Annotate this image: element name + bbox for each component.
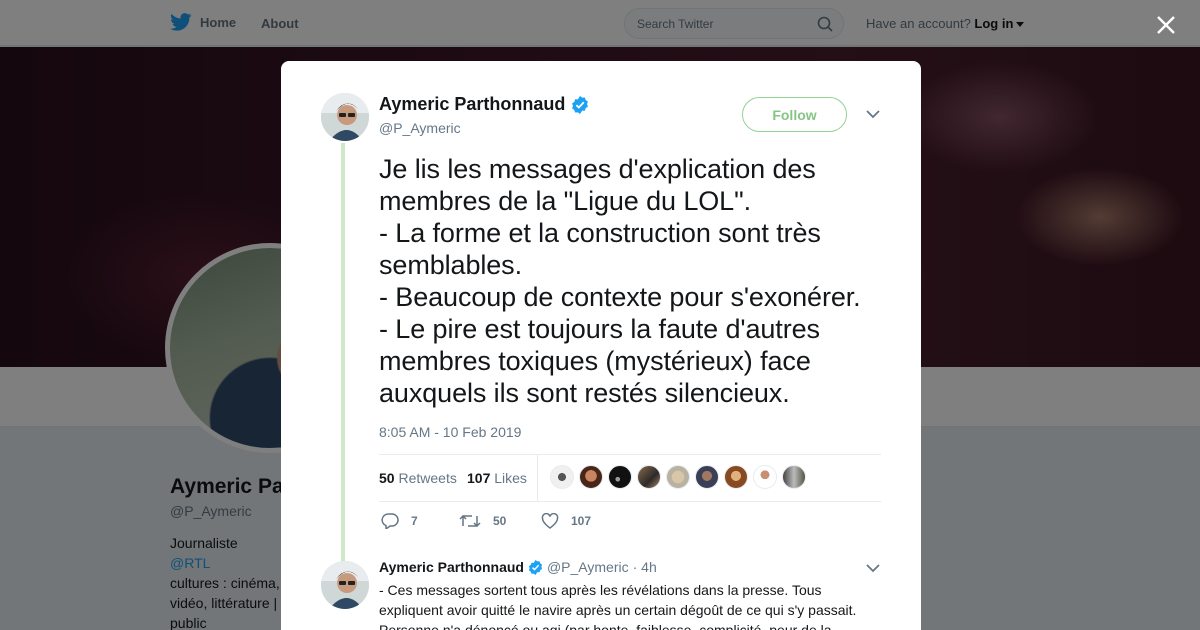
retweets-stat[interactable]: 50 Retweets xyxy=(379,470,457,486)
verified-badge-icon xyxy=(528,559,543,575)
reply-count: 7 xyxy=(411,514,418,528)
stats-divider xyxy=(537,455,538,502)
chevron-down-icon[interactable] xyxy=(866,563,880,573)
liker-avatar[interactable] xyxy=(695,465,719,489)
liker-avatar[interactable] xyxy=(782,465,806,489)
liker-avatar[interactable] xyxy=(550,465,574,489)
reply-author-avatar[interactable] xyxy=(321,561,369,609)
likes-stat[interactable]: 107 Likes xyxy=(467,470,527,486)
chevron-down-icon[interactable] xyxy=(866,109,880,119)
retweet-icon xyxy=(459,514,481,528)
follow-button[interactable]: Follow xyxy=(742,97,847,132)
tweet-stats: 50 Retweets 107 Likes xyxy=(379,454,881,502)
avatar-photo xyxy=(321,93,369,141)
close-icon[interactable] xyxy=(1154,13,1178,37)
reply-text: - Ces messages sortent tous après les ré… xyxy=(379,582,857,630)
thread-line xyxy=(341,143,345,603)
reply-time[interactable]: · 4h xyxy=(633,559,657,575)
retweets-label: Retweets xyxy=(398,470,457,486)
heart-icon xyxy=(541,513,559,529)
like-button[interactable]: 107 xyxy=(541,513,591,529)
liker-avatars xyxy=(550,465,806,489)
tweet-text: Je lis les messages d'explication des me… xyxy=(379,154,861,408)
author-name-text: Aymeric Parthonnaud xyxy=(379,94,566,114)
reply-icon xyxy=(381,513,399,529)
author-name[interactable]: Aymeric Parthonnaud xyxy=(379,94,589,115)
reply-button[interactable]: 7 xyxy=(381,513,418,529)
likes-label: Likes xyxy=(494,470,527,486)
tweet-modal: Aymeric Parthonnaud @P_Aymeric Follow Je… xyxy=(281,61,921,630)
liker-avatar[interactable] xyxy=(666,465,690,489)
avatar-photo xyxy=(321,561,369,609)
like-count: 107 xyxy=(571,514,592,528)
likes-count: 107 xyxy=(467,470,491,486)
retweets-count: 50 xyxy=(379,470,395,486)
retweet-count: 50 xyxy=(493,514,507,528)
reply-header: Aymeric Parthonnaud @P_Aymeric · 4h xyxy=(379,559,657,575)
reply-author-name[interactable]: Aymeric Parthonnaud xyxy=(379,559,524,575)
liker-avatar[interactable] xyxy=(608,465,632,489)
liker-avatar[interactable] xyxy=(579,465,603,489)
verified-badge-icon xyxy=(572,95,589,114)
author-avatar[interactable] xyxy=(321,93,369,141)
liker-avatar[interactable] xyxy=(637,465,661,489)
tweet-actions: 7 50 107 xyxy=(381,513,681,535)
tweet-timestamp[interactable]: 8:05 AM - 10 Feb 2019 xyxy=(379,424,521,440)
reply-author-handle[interactable]: @P_Aymeric xyxy=(547,559,629,575)
liker-avatar[interactable] xyxy=(724,465,748,489)
retweet-button[interactable]: 50 xyxy=(459,513,506,529)
author-handle[interactable]: @P_Aymeric xyxy=(379,120,461,136)
liker-avatar[interactable] xyxy=(753,465,777,489)
